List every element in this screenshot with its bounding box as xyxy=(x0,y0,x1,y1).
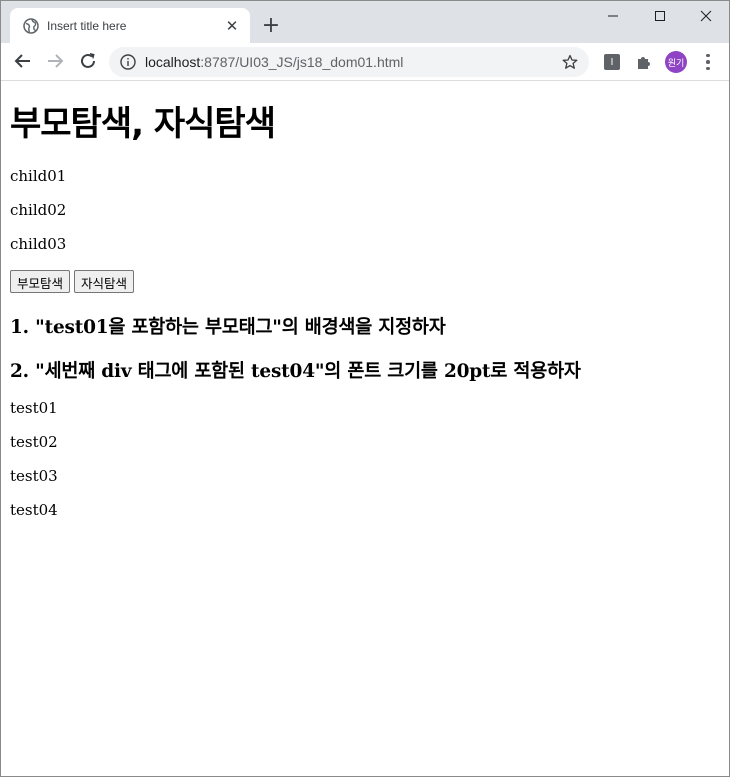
task-heading-2: 2. "세번째 div 태그에 포함된 test04"의 폰트 크기를 20pt… xyxy=(10,361,581,382)
minimize-icon[interactable] xyxy=(590,1,636,31)
extension-icon[interactable]: I xyxy=(603,53,621,71)
test-text: test03 xyxy=(10,467,58,485)
page-heading: 부모탐색, 자식탐색 xyxy=(10,104,276,144)
url-text: localhost:8787/UI03_JS/js18_dom01.html xyxy=(145,54,559,70)
reload-icon[interactable] xyxy=(75,48,101,74)
bookmark-star-icon[interactable] xyxy=(559,51,581,73)
toolbar: localhost:8787/UI03_JS/js18_dom01.html I xyxy=(1,43,729,81)
tab-strip: Insert title here ✕ + xyxy=(1,1,729,43)
tab-active[interactable]: Insert title here ✕ xyxy=(10,8,250,43)
button-row: 부모탐색 자식탐색 xyxy=(10,270,135,293)
address-bar[interactable]: localhost:8787/UI03_JS/js18_dom01.html xyxy=(109,47,589,77)
browser-window: Insert title here ✕ + localhost:8787/UI0… xyxy=(0,0,730,777)
maximize-icon[interactable] xyxy=(637,1,683,31)
kebab-menu-icon[interactable] xyxy=(699,51,717,73)
task-heading-1: 1. "test01을 포함하는 부모태그"의 배경색을 지정하자 xyxy=(10,317,446,338)
globe-icon xyxy=(23,17,39,34)
tab-title: Insert title here xyxy=(47,18,127,33)
child-search-button[interactable]: 자식탐색 xyxy=(74,270,135,293)
test-text: test01 xyxy=(10,399,58,417)
url-path: :8787/UI03_JS/js18_dom01.html xyxy=(200,54,404,70)
child-text: child03 xyxy=(10,235,67,253)
test-text: test02 xyxy=(10,433,58,451)
back-arrow-icon[interactable] xyxy=(10,48,36,74)
child-text: child01 xyxy=(10,167,67,185)
info-icon[interactable] xyxy=(119,53,137,71)
close-icon[interactable]: ✕ xyxy=(223,17,241,35)
window-close-icon[interactable] xyxy=(683,1,729,31)
profile-avatar[interactable]: 원기 xyxy=(665,51,687,73)
forward-arrow-icon[interactable] xyxy=(42,48,68,74)
test-text: test04 xyxy=(10,501,58,519)
new-tab-plus-icon[interactable]: + xyxy=(260,15,282,37)
url-host: localhost xyxy=(145,54,201,70)
child-text: child02 xyxy=(10,201,67,219)
page-content: 부모탐색, 자식탐색 child01 child02 child03 부모탐색 … xyxy=(1,81,729,776)
puzzle-icon[interactable] xyxy=(635,53,653,71)
parent-search-button[interactable]: 부모탐색 xyxy=(10,270,71,293)
